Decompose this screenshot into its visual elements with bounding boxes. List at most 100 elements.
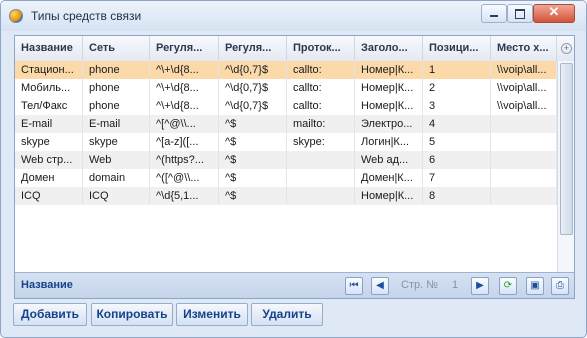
cell-network: phone: [83, 61, 150, 79]
column-header-storage[interactable]: Место х...: [491, 36, 557, 61]
column-header-network[interactable]: Сеть: [83, 36, 150, 61]
cell-heading: Номер|К...: [355, 187, 423, 205]
cell-protocol: [287, 169, 355, 187]
column-header-protocol[interactable]: Проток...: [287, 36, 355, 61]
cell-heading: Логин|К...: [355, 133, 423, 151]
next-page-icon: ▶: [476, 280, 484, 291]
cell-heading: Номер|К...: [355, 61, 423, 79]
cell-name: ICQ: [15, 187, 83, 205]
save-button[interactable]: ▣: [526, 277, 544, 295]
column-header-name[interactable]: Название: [15, 36, 83, 61]
table-row[interactable]: Web стр... Web ^(https?... ^$ Web ад... …: [15, 151, 557, 169]
vertical-scrollbar[interactable]: [557, 61, 574, 272]
column-menu-button[interactable]: +: [557, 36, 574, 61]
table-row[interactable]: E-mail E-mail ^[^@\\... ^$ mailto: Элект…: [15, 115, 557, 133]
cell-position: 4: [423, 115, 491, 133]
data-grid: Название Сеть Регуля... Регуля... Проток…: [14, 35, 575, 299]
prev-page-button[interactable]: ◀: [371, 277, 389, 295]
cell-heading: Электро...: [355, 115, 423, 133]
cell-position: 7: [423, 169, 491, 187]
column-header-position[interactable]: Позици...: [423, 36, 491, 61]
cell-regex-2: ^$: [219, 151, 287, 169]
cell-regex-2: ^\d{0,7}$: [219, 79, 287, 97]
cell-network: phone: [83, 97, 150, 115]
cell-name: Web стр...: [15, 151, 83, 169]
cell-regex-1: ^(https?...: [150, 151, 219, 169]
cell-regex-1: ^\d{5,1...: [150, 187, 219, 205]
close-button[interactable]: ✕: [533, 4, 575, 23]
cell-protocol: [287, 151, 355, 169]
cell-storage: [491, 169, 557, 187]
cell-regex-1: ^[a-z]([...: [150, 133, 219, 151]
cell-storage: [491, 115, 557, 133]
window-title: Типы средств связи: [31, 9, 142, 23]
column-header-heading[interactable]: Заголо...: [355, 36, 423, 61]
cell-name: Стацион...: [15, 61, 83, 79]
scrollbar-thumb[interactable]: [560, 63, 573, 235]
minimize-button[interactable]: [481, 4, 507, 23]
column-header-regex-2[interactable]: Регуля...: [219, 36, 287, 61]
globe-icon: [9, 9, 23, 23]
cell-position: 6: [423, 151, 491, 169]
cell-name: E-mail: [15, 115, 83, 133]
title-bar: Типы средств связи ✕: [1, 1, 586, 31]
table-row[interactable]: ICQ ICQ ^\d{5,1... ^$ Номер|К... 8: [15, 187, 557, 205]
cell-storage: \\voip\all...: [491, 61, 557, 79]
add-button[interactable]: Добавить: [13, 303, 87, 326]
cell-protocol: [287, 187, 355, 205]
table-row[interactable]: Мобиль... phone ^\+\d{8... ^\d{0,7}$ cal…: [15, 79, 557, 97]
cell-storage: \\voip\all...: [491, 79, 557, 97]
cell-regex-2: ^$: [219, 187, 287, 205]
edit-button[interactable]: Изменить: [176, 303, 248, 326]
page-number: 1: [452, 279, 459, 291]
print-button[interactable]: ⎙: [551, 277, 569, 295]
cell-regex-2: ^$: [219, 169, 287, 187]
cell-network: E-mail: [83, 115, 150, 133]
first-page-button[interactable]: ⏮: [345, 277, 363, 295]
cell-protocol: callto:: [287, 79, 355, 97]
print-icon: ⎙: [556, 280, 564, 291]
cell-heading: Домен|К...: [355, 169, 423, 187]
column-header-regex-1[interactable]: Регуля...: [150, 36, 219, 61]
cell-name: skype: [15, 133, 83, 151]
copy-button[interactable]: Копировать: [91, 303, 173, 326]
cell-regex-1: ^\+\d{8...: [150, 61, 219, 79]
cell-network: domain: [83, 169, 150, 187]
table-row[interactable]: Домен domain ^([^@\\... ^$ Домен|К... 7: [15, 169, 557, 187]
cell-protocol: callto:: [287, 97, 355, 115]
cell-regex-1: ^\+\d{8...: [150, 79, 219, 97]
cell-regex-1: ^([^@\\...: [150, 169, 219, 187]
cell-network: ICQ: [83, 187, 150, 205]
refresh-button[interactable]: ⟳: [499, 277, 517, 295]
cell-network: phone: [83, 79, 150, 97]
delete-button[interactable]: Удалить: [251, 303, 323, 326]
table-row[interactable]: Стацион... phone ^\+\d{8... ^\d{0,7}$ ca…: [15, 61, 557, 79]
cell-storage: [491, 187, 557, 205]
cell-storage: \\voip\all...: [491, 97, 557, 115]
cell-heading: Номер|К...: [355, 79, 423, 97]
grid-header: Название Сеть Регуля... Регуля... Проток…: [15, 36, 574, 62]
cell-position: 8: [423, 187, 491, 205]
cell-regex-1: ^\+\d{8...: [150, 97, 219, 115]
plus-icon: +: [561, 43, 572, 54]
cell-regex-2: ^\d{0,7}$: [219, 97, 287, 115]
table-row[interactable]: skype skype ^[a-z]([... ^$ skype: Логин|…: [15, 133, 557, 151]
cell-position: 1: [423, 61, 491, 79]
prev-page-icon: ◀: [376, 280, 384, 291]
maximize-icon: [515, 9, 525, 19]
cell-protocol: callto:: [287, 61, 355, 79]
cell-network: Web: [83, 151, 150, 169]
cell-position: 3: [423, 97, 491, 115]
maximize-button[interactable]: [507, 4, 533, 23]
cell-network: skype: [83, 133, 150, 151]
next-page-button[interactable]: ▶: [471, 277, 489, 295]
window: Типы средств связи ✕ Название Сеть Регул…: [0, 0, 587, 338]
cell-heading: Web ад...: [355, 151, 423, 169]
cell-protocol: skype:: [287, 133, 355, 151]
table-row[interactable]: Тел/Факс phone ^\+\d{8... ^\d{0,7}$ call…: [15, 97, 557, 115]
minimize-icon: [490, 15, 498, 17]
cell-position: 2: [423, 79, 491, 97]
cell-regex-2: ^$: [219, 133, 287, 151]
cell-name: Домен: [15, 169, 83, 187]
pager-bar: Название ⏮ ◀ Стр. № 1 ▶ ⟳ ▣ ⎙: [15, 272, 574, 298]
